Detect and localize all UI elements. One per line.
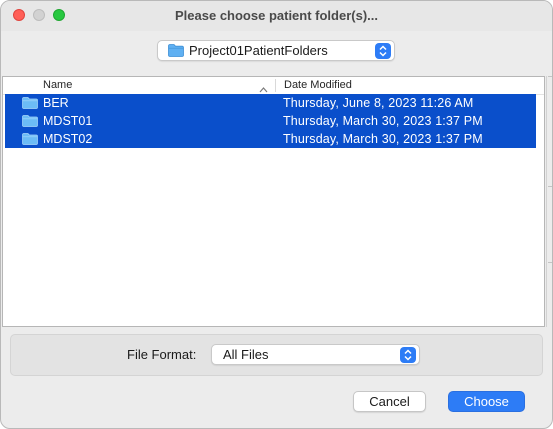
file-row-mdst02[interactable]: MDST02 Thursday, March 30, 2023 1:37 PM	[5, 130, 536, 148]
choose-button[interactable]: Choose	[448, 391, 525, 412]
file-list[interactable]: Name Date Modified BER Thursday, June 8,…	[2, 76, 545, 327]
file-format-value: All Files	[223, 347, 269, 362]
file-name: BER	[43, 96, 69, 110]
file-date-modified: Thursday, March 30, 2023 1:37 PM	[283, 114, 483, 128]
edge-tick	[548, 76, 552, 77]
column-header-date-modified[interactable]: Date Modified	[284, 79, 352, 91]
file-date-modified: Thursday, March 30, 2023 1:37 PM	[283, 132, 483, 146]
title-bar: Please choose patient folder(s)...	[1, 1, 552, 31]
edge-tick	[548, 262, 552, 263]
file-format-select[interactable]: All Files	[211, 344, 420, 365]
window-right-edge	[546, 76, 552, 327]
dialog-title: Please choose patient folder(s)...	[175, 8, 378, 23]
cancel-button[interactable]: Cancel	[353, 391, 426, 412]
location-popup[interactable]: Project01PatientFolders	[157, 40, 395, 61]
file-row-ber[interactable]: BER Thursday, June 8, 2023 11:26 AM	[5, 94, 536, 112]
folder-icon	[22, 115, 38, 130]
file-name: MDST01	[43, 114, 93, 128]
column-header-name[interactable]: Name	[43, 79, 72, 91]
folder-icon	[168, 44, 184, 60]
file-row-mdst01[interactable]: MDST01 Thursday, March 30, 2023 1:37 PM	[5, 112, 536, 130]
file-date-modified: Thursday, June 8, 2023 11:26 AM	[283, 96, 474, 110]
column-divider[interactable]	[275, 79, 276, 92]
file-chooser-dialog: Please choose patient folder(s)... Proje…	[0, 0, 553, 429]
file-rows: BER Thursday, June 8, 2023 11:26 AM MDST…	[3, 94, 544, 148]
column-header: Name Date Modified	[3, 77, 544, 95]
file-format-label: File Format:	[127, 347, 197, 362]
chevron-updown-icon	[375, 43, 391, 59]
chevron-updown-icon	[400, 347, 416, 363]
file-format-panel: File Format: All Files	[10, 334, 543, 376]
edge-tick	[548, 186, 552, 187]
folder-icon	[22, 97, 38, 112]
file-name: MDST02	[43, 132, 93, 146]
location-label: Project01PatientFolders	[189, 43, 328, 58]
folder-icon	[22, 133, 38, 148]
